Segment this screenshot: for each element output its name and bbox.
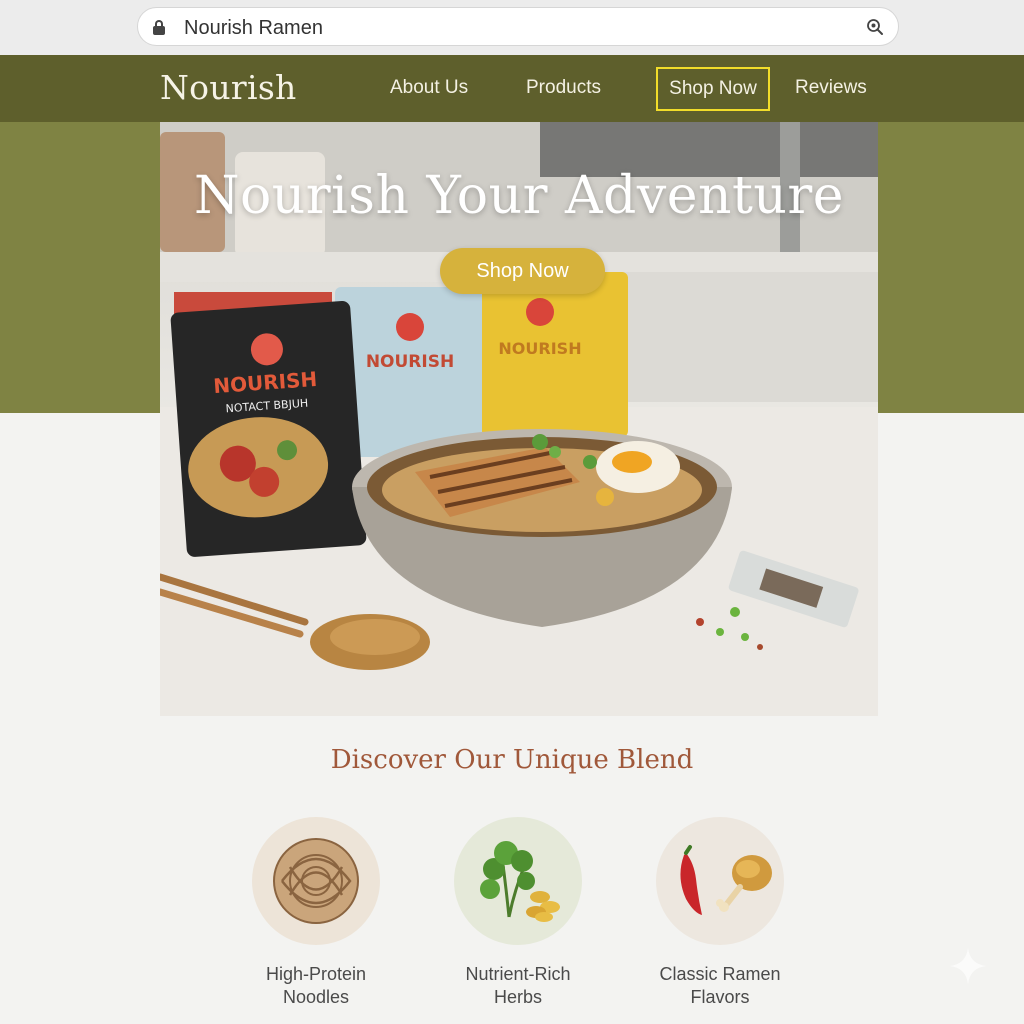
- feature-label-line: Flavors: [690, 987, 750, 1007]
- sparkle-icon: [950, 948, 986, 984]
- zoom-icon[interactable]: [866, 18, 884, 36]
- site-nav: Nourish About Us Products Shop Now Revie…: [0, 55, 1024, 122]
- nav-link-about-us[interactable]: About Us: [390, 77, 468, 99]
- section-heading: Discover Our Unique Blend: [330, 745, 694, 775]
- feature-label: High-Protein Noodles: [231, 963, 401, 1009]
- address-text[interactable]: Nourish Ramen: [184, 17, 323, 40]
- feature-label-line: Nutrient-Rich: [465, 964, 571, 984]
- feature-label-line: Herbs: [493, 987, 542, 1007]
- lock-icon: [153, 20, 165, 35]
- nav-link-products[interactable]: Products: [526, 77, 601, 99]
- noodles-icon: [252, 817, 380, 945]
- chicken-pepper-icon: [656, 817, 784, 945]
- hero-image: NOURISH NOURISH NOURISH NOTACT BBJUH Nou…: [160, 122, 878, 716]
- feature-label-line: Classic Ramen: [659, 964, 781, 984]
- feature-high-protein-noodles: High-Protein Noodles: [231, 817, 401, 1009]
- feature-nutrient-rich-herbs: Nutrient-Rich Herbs: [433, 817, 603, 1009]
- feature-label: Nutrient-Rich Herbs: [433, 963, 603, 1009]
- feature-classic-ramen-flavors: Classic Ramen Flavors: [635, 817, 805, 1009]
- hero-title: Nourish Your Adventure: [194, 166, 844, 226]
- site-logo[interactable]: Nourish: [160, 68, 297, 107]
- feature-label-line: High-Protein: [265, 964, 367, 984]
- feature-label-line: Noodles: [282, 987, 350, 1007]
- nav-link-shop-now[interactable]: Shop Now: [656, 67, 770, 111]
- herbs-icon: [454, 817, 582, 945]
- svg-text:NOURISH: NOURISH: [366, 352, 454, 372]
- feature-label: Classic Ramen Flavors: [635, 963, 805, 1009]
- svg-text:NOURISH: NOURISH: [498, 339, 581, 358]
- hero-shop-now-button[interactable]: Shop Now: [440, 248, 605, 294]
- nav-link-reviews[interactable]: Reviews: [795, 77, 867, 99]
- address-bar[interactable]: Nourish Ramen: [137, 7, 899, 46]
- browser-toolbar: Nourish Ramen: [0, 0, 1024, 55]
